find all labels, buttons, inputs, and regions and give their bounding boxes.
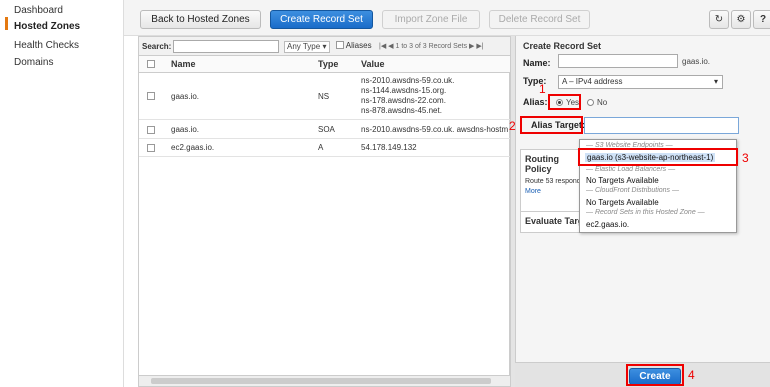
table-row[interactable]: gaas.io. SOA ns-2010.awsdns-59.co.uk. aw… (139, 120, 511, 139)
record-value: 54.178.149.132 (361, 143, 417, 152)
dd-item-elb-none[interactable]: No Targets Available (586, 176, 659, 185)
annotation-box-4 (626, 364, 684, 386)
col-type[interactable]: Type (318, 59, 338, 69)
toolbar: Back to Hosted Zones Create Record Set I… (124, 0, 770, 36)
routing-policy-text: Route 53 respond (525, 178, 581, 185)
pager: |◀ ◀ 1 to 3 of 3 Record Sets ▶ ▶| (379, 43, 484, 50)
last-page-icon[interactable]: ▶| (476, 43, 483, 50)
active-nav-indicator (5, 17, 8, 30)
dd-group-record-sets: — Record Sets in this Hosted Zone — (586, 209, 705, 216)
gear-icon[interactable]: ⚙ (731, 10, 751, 29)
horizontal-scrollbar[interactable] (139, 375, 511, 386)
nav-hosted-zones[interactable]: Hosted Zones (14, 21, 80, 32)
dd-item-ec2[interactable]: ec2.gaas.io. (586, 220, 629, 229)
first-page-icon[interactable]: |◀ (379, 43, 386, 50)
dd-item-cf-none[interactable]: No Targets Available (586, 198, 659, 207)
type-value: A – IPv4 address (562, 77, 623, 86)
type-select[interactable]: A – IPv4 address ▾ (558, 75, 723, 89)
annotation-box-3 (578, 148, 738, 166)
row-checkbox[interactable] (147, 126, 155, 134)
nav-health-checks[interactable]: Health Checks (14, 40, 79, 51)
help-icon[interactable]: ? (753, 10, 770, 29)
search-bar: Search: Any Type ▾ Aliases |◀ ◀ 1 to 3 o… (139, 37, 511, 56)
record-value: ns-2010.awsdns-59.co.uk. ns-1144.awsdns-… (361, 76, 454, 116)
aliases-checkbox[interactable] (336, 41, 344, 49)
route53-console: Dashboard Hosted Zones Health Checks Dom… (0, 0, 770, 387)
value-line: ns-2010.awsdns-59.co.uk. (361, 76, 455, 85)
evaluate-target-health-section: Evaluate Targe (520, 211, 588, 233)
left-nav: Dashboard Hosted Zones Health Checks Dom… (0, 0, 124, 387)
record-type: SOA (318, 125, 335, 134)
record-value: ns-2010.awsdns-59.co.uk. awsdns-hostm (361, 125, 509, 134)
alias-no-label: No (597, 98, 608, 107)
type-filter-select[interactable]: Any Type ▾ (284, 41, 330, 53)
dd-group-elb: — Elastic Load Balancers — (586, 166, 676, 173)
record-type: NS (318, 92, 330, 101)
chevron-down-icon: ▾ (713, 77, 718, 86)
search-label: Search: (142, 42, 172, 51)
dd-group-cloudfront: — CloudFront Distributions — (586, 187, 679, 194)
annotation-box-2 (520, 116, 583, 134)
alias-target-input[interactable] (584, 117, 739, 134)
value-line: ns-1144.awsdns-15.org. (361, 86, 447, 95)
import-zone-file-button[interactable]: Import Zone File (382, 10, 480, 29)
routing-more-link[interactable]: More (525, 188, 541, 195)
annotation-number-1: 1 (539, 82, 546, 96)
type-filter-value: Any Type (287, 42, 321, 51)
nav-domains[interactable]: Domains (14, 57, 53, 68)
refresh-icon[interactable]: ↻ (709, 10, 729, 29)
value-line: ns-178.awsdns-22.com. (361, 96, 446, 105)
table-row[interactable]: gaas.io. NS ns-2010.awsdns-59.co.uk. ns-… (139, 73, 511, 120)
row-checkbox[interactable] (147, 92, 155, 100)
col-name[interactable]: Name (171, 59, 196, 69)
alias-label: Alias: (523, 97, 548, 107)
panel-title: Create Record Set (523, 41, 602, 51)
aliases-label: Aliases (345, 41, 372, 50)
annotation-number-4: 4 (688, 368, 695, 382)
pager-text: 1 to 3 of 3 Record Sets (395, 43, 468, 50)
name-input[interactable] (558, 54, 678, 68)
record-name: ec2.gaas.io. (171, 143, 215, 152)
name-suffix: gaas.io. (682, 57, 711, 66)
aliases-filter[interactable]: Aliases (336, 41, 372, 50)
annotation-number-3: 3 (742, 151, 749, 165)
select-all-checkbox[interactable] (147, 60, 155, 68)
routing-policy-section: Routing Policy Route 53 respond More (520, 149, 582, 213)
alias-no-radio[interactable] (587, 99, 594, 106)
record-name: gaas.io. (171, 125, 200, 134)
annotation-box-1 (548, 94, 581, 110)
row-checkbox[interactable] (147, 144, 155, 152)
delete-record-set-button[interactable]: Delete Record Set (489, 10, 590, 29)
name-label: Name: (523, 58, 551, 68)
col-value[interactable]: Value (361, 59, 385, 69)
table-header: Name Type Value (139, 56, 511, 73)
annotation-number-2: 2 (509, 119, 516, 133)
record-sets-panel: Search: Any Type ▾ Aliases |◀ ◀ 1 to 3 o… (138, 36, 511, 387)
record-type: A (318, 143, 324, 152)
table-row[interactable]: ec2.gaas.io. A 54.178.149.132 (139, 139, 511, 157)
back-to-hosted-zones-button[interactable]: Back to Hosted Zones (140, 10, 261, 29)
scrollbar-thumb[interactable] (151, 378, 491, 384)
create-record-set-button[interactable]: Create Record Set (270, 10, 373, 29)
record-name: gaas.io. (171, 92, 200, 101)
search-input[interactable] (173, 40, 279, 53)
nav-dashboard[interactable]: Dashboard (14, 5, 63, 16)
routing-policy-label: Routing Policy (525, 154, 559, 174)
value-line: ns-878.awsdns-45.net. (361, 106, 442, 115)
